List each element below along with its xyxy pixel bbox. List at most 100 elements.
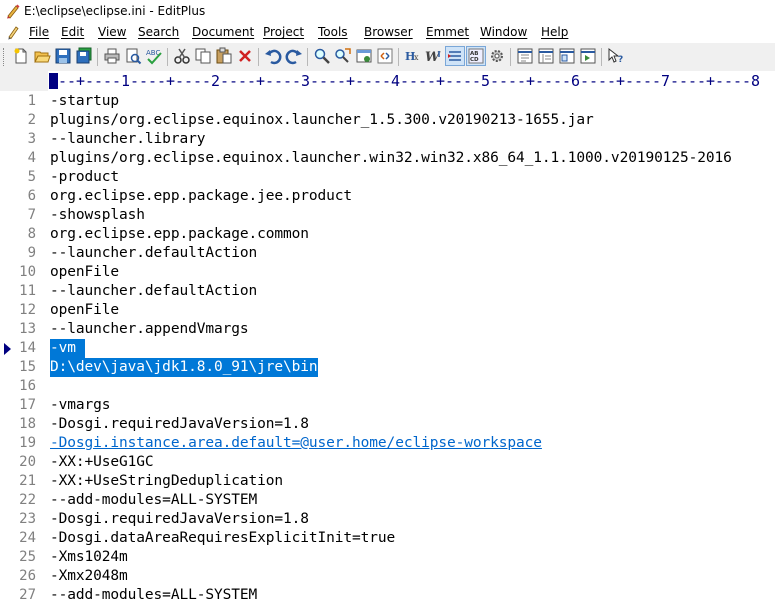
line-text[interactable]: --launcher.defaultAction <box>50 244 257 263</box>
line-text[interactable]: -XX:+UseG1GC <box>50 453 154 472</box>
line-number: 12 <box>19 302 36 318</box>
line-text[interactable]: -product <box>50 168 119 187</box>
editor-line: 5 -product <box>0 168 775 187</box>
editor-line: 20 -XX:+UseG1GC <box>0 453 775 472</box>
menu-emmet[interactable]: Emmet <box>426 25 469 39</box>
html-toolbar-icon[interactable] <box>376 47 394 65</box>
editor-line: 7 -showsplash <box>0 206 775 225</box>
line-text[interactable]: --add-modules=ALL-SYSTEM <box>50 491 257 510</box>
open-folder-icon[interactable] <box>33 47 51 65</box>
line-text[interactable]: -XX:+UseStringDeduplication <box>50 472 283 491</box>
editor-line: 22 --add-modules=ALL-SYSTEM <box>0 491 775 510</box>
menu-project[interactable]: Project <box>263 25 304 39</box>
window-tile-icon[interactable] <box>516 47 534 65</box>
line-number: 1 <box>27 93 36 109</box>
editor-line: 10 openFile <box>0 263 775 282</box>
toolbar-separator <box>398 48 399 66</box>
spell-check-icon[interactable]: ABC <box>145 47 163 65</box>
toolbar-separator <box>167 48 168 66</box>
line-number: 7 <box>27 207 36 223</box>
line-text[interactable]: org.eclipse.epp.package.jee.product <box>50 187 352 206</box>
directory-icon[interactable] <box>579 47 597 65</box>
line-number-icon[interactable] <box>445 46 465 66</box>
line-number: 23 <box>19 511 36 527</box>
line-text[interactable]: -Xms1024m <box>50 548 128 567</box>
line-number: 14 <box>19 340 36 356</box>
line-text[interactable]: --add-modules=ALL-SYSTEM <box>50 586 257 605</box>
delete-icon[interactable] <box>236 47 254 65</box>
toolbar-grip[interactable] <box>3 48 7 66</box>
menu-document[interactable]: Document <box>192 25 254 39</box>
menu-file[interactable]: File <box>29 25 49 39</box>
line-number: 21 <box>19 473 36 489</box>
editplus-app-icon <box>5 3 21 19</box>
editor-line-current: 14 -vm <box>0 339 775 358</box>
save-icon[interactable] <box>54 47 72 65</box>
replace-icon[interactable] <box>334 47 352 65</box>
editor-line: 19 -Dosgi.instance.area.default=@user.hom… <box>0 434 775 453</box>
line-number: 18 <box>19 416 36 432</box>
word-wrap-icon[interactable]: W <box>425 47 443 65</box>
cliptext-icon[interactable] <box>558 47 576 65</box>
line-text-selected[interactable]: D:\dev\java\jdk1.8.0_91\jre\bin <box>50 358 318 377</box>
line-number: 4 <box>27 150 36 166</box>
save-all-icon[interactable] <box>75 47 93 65</box>
menu-edit[interactable]: Edit <box>61 25 84 39</box>
spell-check-abc-icon[interactable]: AB CD <box>466 46 486 66</box>
editor-line: 1 -startup <box>0 92 775 111</box>
line-text-selected[interactable]: -vm <box>50 339 85 358</box>
line-text[interactable]: -Dosgi.requiredJavaVersion=1.8 <box>50 510 309 529</box>
svg-text:?: ? <box>618 55 623 65</box>
redo-icon[interactable] <box>285 47 303 65</box>
editor-line: 23 -Dosgi.requiredJavaVersion=1.8 <box>0 510 775 529</box>
column-ruler[interactable]: ---+----1----+----2----+----3----+----4-… <box>48 71 775 91</box>
line-text[interactable]: plugins/org.eclipse.equinox.launcher.win… <box>50 149 732 168</box>
svg-text:CD: CD <box>470 57 479 63</box>
line-number: 25 <box>19 549 36 565</box>
editor-line: 13 --launcher.appendVmargs <box>0 320 775 339</box>
window-list-icon[interactable] <box>537 47 555 65</box>
line-text[interactable]: -Dosgi.dataAreaRequiresExplicitInit=true <box>50 529 395 548</box>
line-text-link[interactable]: -Dosgi.instance.area.default=@user.home/… <box>50 434 542 453</box>
undo-icon[interactable] <box>264 47 282 65</box>
line-text[interactable]: --launcher.library <box>50 130 205 149</box>
line-number: 22 <box>19 492 36 508</box>
menu-window[interactable]: Window <box>480 25 527 39</box>
editor-line: 3 --launcher.library <box>0 130 775 149</box>
line-text[interactable]: --launcher.appendVmargs <box>50 320 249 339</box>
menu-help[interactable]: Help <box>541 25 568 39</box>
new-file-icon[interactable] <box>12 47 30 65</box>
print-icon[interactable] <box>103 47 121 65</box>
menu-tools[interactable]: Tools <box>318 25 348 39</box>
text-editor[interactable]: 1 -startup 2 plugins/org.eclipse.equinox.l… <box>0 92 775 608</box>
menu-search[interactable]: Search <box>138 25 179 39</box>
line-number: 20 <box>19 454 36 470</box>
line-text[interactable]: openFile <box>50 263 119 282</box>
context-help-icon[interactable]: ? <box>607 47 625 65</box>
line-number: 16 <box>19 378 36 394</box>
line-text[interactable]: -showsplash <box>50 206 145 225</box>
line-text[interactable]: -vmargs <box>50 396 111 415</box>
line-text[interactable]: -Dosgi.requiredJavaVersion=1.8 <box>50 415 309 434</box>
window-title: E:\eclipse\eclipse.ini - EditPlus <box>24 4 206 18</box>
paste-icon[interactable] <box>215 47 233 65</box>
line-text[interactable]: -startup <box>50 92 119 111</box>
line-text[interactable]: --launcher.defaultAction <box>50 282 257 301</box>
find-icon[interactable] <box>313 47 331 65</box>
line-text[interactable]: plugins/org.eclipse.equinox.launcher_1.5… <box>50 111 594 130</box>
line-text[interactable]: org.eclipse.epp.package.common <box>50 225 309 244</box>
line-text[interactable]: -Xmx2048m <box>50 567 128 586</box>
editor-line: 27 --add-modules=ALL-SYSTEM <box>0 586 775 605</box>
editor-line: 9 --launcher.defaultAction <box>0 244 775 263</box>
settings-icon[interactable] <box>488 47 506 65</box>
menu-view[interactable]: View <box>98 25 126 39</box>
copy-icon[interactable] <box>194 47 212 65</box>
hex-viewer-icon[interactable]: Hx <box>404 47 422 65</box>
line-text[interactable]: openFile <box>50 301 119 320</box>
menu-browser[interactable]: Browser <box>364 25 413 39</box>
line-number: 11 <box>19 283 36 299</box>
cut-icon[interactable] <box>173 47 191 65</box>
browser-icon[interactable] <box>355 47 373 65</box>
print-preview-icon[interactable] <box>124 47 142 65</box>
line-number: 10 <box>19 264 36 280</box>
